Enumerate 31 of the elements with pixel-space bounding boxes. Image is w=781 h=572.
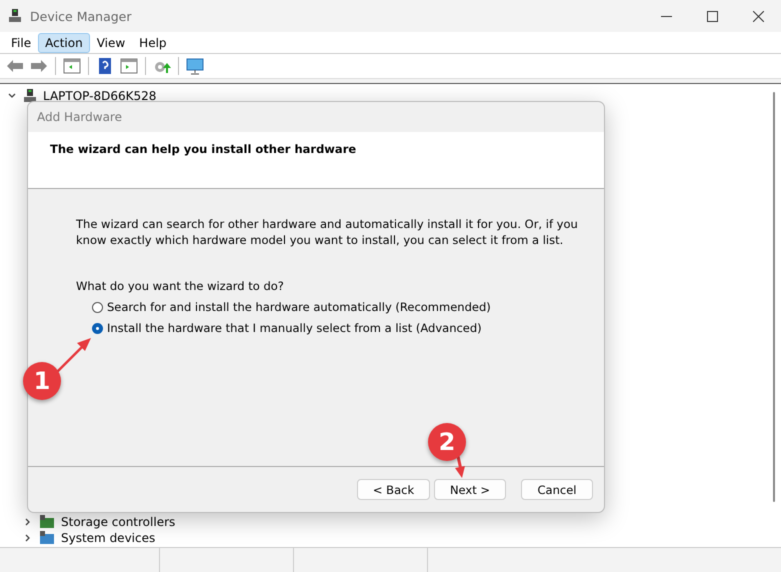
tree-item[interactable]: LAPTOP-8D66K528 <box>43 89 156 103</box>
dialog-heading: The wizard can help you install other hardware <box>50 142 356 156</box>
tree-item[interactable]: Storage controllers <box>61 515 176 529</box>
properties-window-icon[interactable] <box>62 57 82 75</box>
scrollbar-thumb[interactable] <box>773 92 775 502</box>
close-icon[interactable] <box>752 10 764 22</box>
radio-label: Search for and install the hardware automatically (Recommended) <box>107 300 491 314</box>
radio-button[interactable] <box>92 322 103 334</box>
menu-item[interactable]: Action <box>38 32 90 52</box>
intro-text: The wizard can search for other hardware and automatically install it for you. Or, if you know exactly which hardware model you want to install, you can select it from a list. <box>76 216 579 248</box>
wizard-button[interactable]: < Back <box>357 479 430 500</box>
wizard-button[interactable]: Cancel <box>521 479 593 500</box>
dialog-title: Add Hardware <box>37 110 122 124</box>
question-text: What do you want the wizard to do? <box>76 278 285 294</box>
window-title: Device Manager <box>30 8 132 24</box>
radio-label: Install the hardware that I manually select from a list (Advanced) <box>107 321 482 335</box>
menu-item[interactable]: Help <box>132 32 174 52</box>
wizard-button[interactable]: Next > <box>434 479 506 500</box>
computer-icon <box>23 89 37 103</box>
tree-item[interactable]: System devices <box>61 531 156 545</box>
window-panel-icon[interactable] <box>119 57 139 75</box>
radio-option[interactable]: Search for and install the hardware automatically (Recommended) <box>92 300 584 314</box>
radio-option[interactable]: Install the hardware that I manually select from a list (Advanced) <box>92 321 584 335</box>
forward-arrow-icon[interactable] <box>29 57 49 75</box>
maximize-icon[interactable] <box>706 10 718 22</box>
storage-controller-icon <box>39 515 55 529</box>
menu-item[interactable]: View <box>90 32 132 52</box>
menu-item[interactable]: File <box>4 32 38 52</box>
computer-icon <box>8 9 22 23</box>
pointer-arrow <box>55 336 93 374</box>
radio-button[interactable] <box>92 302 103 312</box>
